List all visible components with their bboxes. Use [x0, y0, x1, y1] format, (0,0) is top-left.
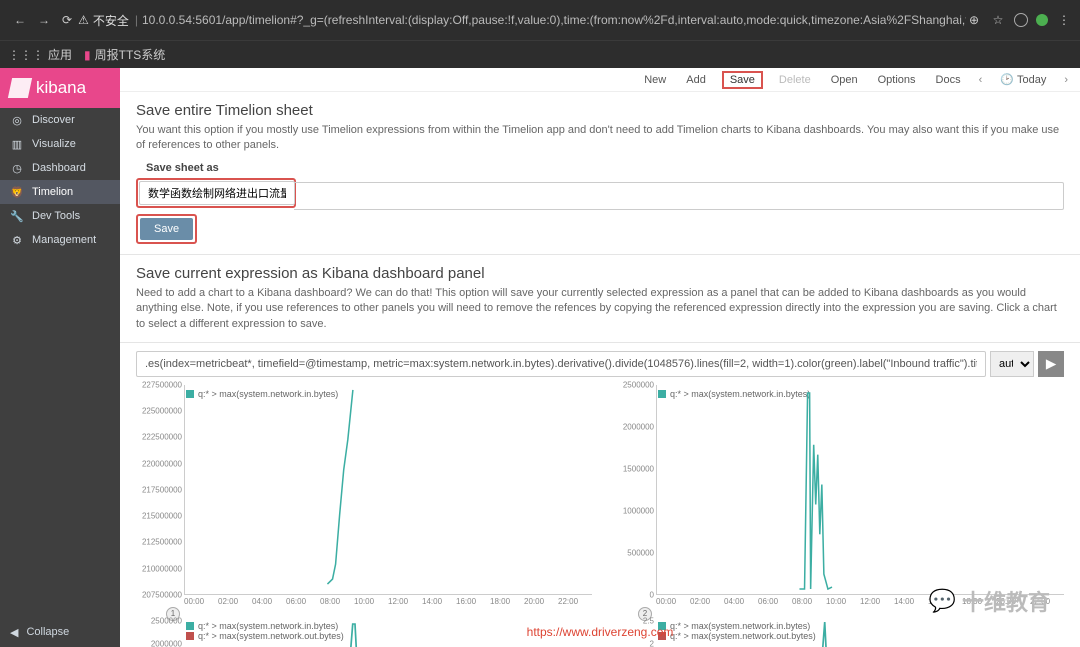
forward-icon[interactable]: →	[32, 9, 56, 31]
barchart-icon: ▥	[10, 137, 24, 151]
save-sheet-title: Save entire Timelion sheet	[136, 102, 1064, 119]
insecure-badge: ⚠ 不安全	[78, 12, 129, 29]
watermark: 💬 十维教育	[929, 585, 1050, 617]
chart-grid: q:* > max(system.network.in.bytes) 22750…	[120, 385, 1080, 615]
add-button[interactable]: Add	[682, 72, 710, 88]
toolbar: New Add Save Delete Open Options Docs ‹ …	[120, 68, 1080, 92]
interval-select[interactable]: auto	[990, 351, 1034, 377]
chart-2-plot	[657, 385, 1064, 594]
watermark-url: https://www.driverzeng.com	[527, 625, 674, 639]
save-sheet-panel: Save entire Timelion sheet You want this…	[120, 92, 1080, 255]
expression-row: auto ▶	[120, 343, 1080, 385]
run-button[interactable]: ▶	[1038, 351, 1064, 377]
save-expression-desc: Need to add a chart to a Kibana dashboar…	[136, 286, 1064, 332]
sidebar-item-management[interactable]: ⚙Management	[0, 228, 120, 252]
sidebar-item-devtools[interactable]: 🔧Dev Tools	[0, 204, 120, 228]
save-sheet-desc: You want this option if you mostly use T…	[136, 123, 1064, 154]
bookmarks-bar: ⋮⋮⋮应用 ▮周报TTS系统	[0, 40, 1080, 68]
save-expression-panel: Save current expression as Kibana dashbo…	[120, 255, 1080, 343]
chart-4[interactable]: 2.5 2 1.5 q:* > max(system.network.in.by…	[608, 619, 1064, 647]
gauge-icon: ◷	[10, 161, 24, 175]
compass-icon: ◎	[10, 113, 24, 127]
chart-1-plot	[185, 385, 592, 594]
sidebar-item-discover[interactable]: ◎Discover	[0, 108, 120, 132]
tts-bookmark[interactable]: ▮周报TTS系统	[84, 46, 165, 63]
chart-3[interactable]: 2500000 2000000 1500000 q:* > max(system…	[136, 619, 592, 647]
star-icon[interactable]: ☆	[990, 12, 1006, 28]
wrench-icon: 🔧	[10, 209, 24, 223]
open-button[interactable]: Open	[827, 72, 862, 88]
sidebar-item-timelion[interactable]: 🦁Timelion	[0, 180, 120, 204]
wechat-icon: 💬	[929, 588, 956, 614]
warning-icon: ⚠	[78, 13, 89, 27]
apps-bookmark[interactable]: ⋮⋮⋮应用	[8, 46, 72, 63]
expression-input[interactable]	[136, 351, 986, 377]
save-expression-title: Save current expression as Kibana dashbo…	[136, 265, 1064, 282]
sidebar-item-dashboard[interactable]: ◷Dashboard	[0, 156, 120, 180]
docs-button[interactable]: Docs	[932, 72, 965, 88]
save-toolbar-button[interactable]: Save	[722, 71, 763, 89]
address-bar[interactable]: 10.0.0.54:5601/app/timelion#?_g=(refresh…	[142, 13, 966, 27]
apps-icon: ⋮⋮⋮	[8, 48, 44, 62]
menu-icon[interactable]: ⋮	[1056, 12, 1072, 28]
back-icon[interactable]: ←	[8, 9, 32, 31]
kibana-logo[interactable]: kibana	[0, 68, 120, 108]
logo-icon	[8, 78, 32, 98]
timepicker-prev-icon[interactable]: ‹	[977, 74, 985, 86]
chart-4-plot	[656, 619, 1080, 647]
translate-icon[interactable]: ⊕	[966, 12, 982, 28]
save-sheet-button[interactable]: Save	[140, 218, 193, 240]
main-content: New Add Save Delete Open Options Docs ‹ …	[120, 68, 1080, 647]
options-button[interactable]: Options	[874, 72, 920, 88]
new-button[interactable]: New	[640, 72, 670, 88]
save-sheet-label: Save sheet as	[146, 162, 1064, 174]
delete-button[interactable]: Delete	[775, 72, 815, 88]
extension-icon[interactable]	[1036, 14, 1048, 26]
clock-icon: 🕑	[1000, 73, 1014, 86]
sheet-name-input-ext[interactable]	[294, 182, 1064, 210]
chart-1[interactable]: q:* > max(system.network.in.bytes) 22750…	[136, 385, 592, 615]
reload-icon[interactable]: ⟳	[56, 9, 78, 31]
gear-icon: ⚙	[10, 233, 24, 247]
profile-icon[interactable]	[1014, 13, 1028, 27]
chart-1-xaxis: 00:0002:0004:0006:0008:0010:0012:0014:00…	[184, 597, 592, 615]
sidebar-item-visualize[interactable]: ▥Visualize	[0, 132, 120, 156]
timepicker-button[interactable]: 🕑Today	[996, 71, 1050, 88]
timepicker-next-icon[interactable]: ›	[1062, 74, 1070, 86]
bookmark-icon: ▮	[84, 48, 91, 62]
sidebar: kibana ◎Discover ▥Visualize ◷Dashboard 🦁…	[0, 68, 120, 647]
sheet-name-input[interactable]	[139, 181, 295, 205]
chart-2[interactable]: q:* > max(system.network.in.bytes) 25000…	[608, 385, 1064, 615]
collapse-icon: ◀	[10, 626, 18, 639]
play-icon: ▶	[1046, 356, 1056, 372]
collapse-button[interactable]: ◀Collapse	[0, 617, 120, 647]
browser-chrome: ← → ⟳ ⚠ 不安全 | 10.0.0.54:5601/app/timelio…	[0, 0, 1080, 40]
timelion-icon: 🦁	[10, 185, 24, 199]
